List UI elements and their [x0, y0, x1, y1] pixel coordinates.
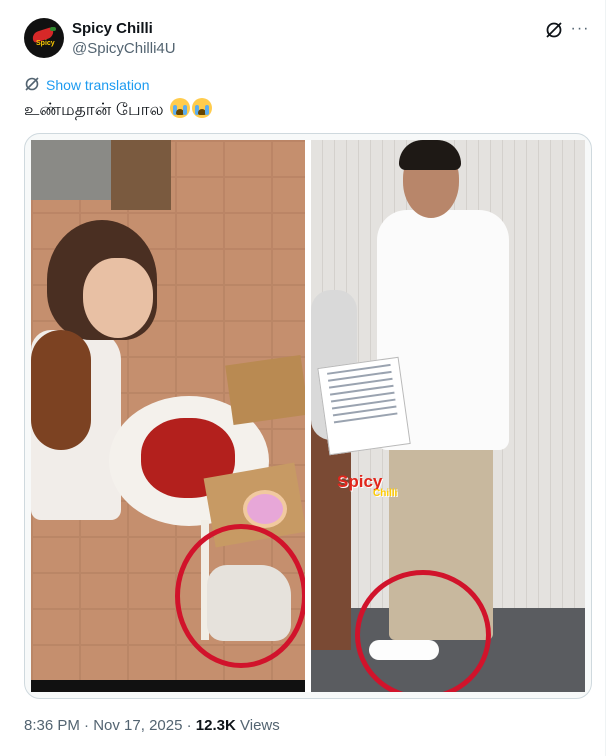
- background-door: [111, 140, 171, 210]
- certificate: [317, 356, 411, 456]
- author-name[interactable]: Spicy Chilli: [72, 20, 153, 38]
- more-icon[interactable]: ···: [570, 20, 590, 40]
- views-label: Views: [240, 717, 280, 734]
- highlight-circle-right: [355, 570, 491, 692]
- grok-icon[interactable]: [544, 20, 564, 40]
- media-photo-left[interactable]: [31, 140, 305, 692]
- spicy-chilli-watermark: Spicy Chilli: [337, 472, 397, 499]
- photo-bottom-bar: [31, 680, 305, 692]
- highlight-circle-left: [175, 524, 305, 668]
- woman-face: [83, 258, 153, 338]
- meta-separator: ·: [84, 717, 90, 734]
- author-handle[interactable]: @SpicyChilli4U: [72, 40, 176, 58]
- tweet-meta: 8:36 PM · Nov 17, 2025 · 12.3K Views: [24, 717, 280, 735]
- post-date[interactable]: Nov 17, 2025: [93, 717, 182, 734]
- translate-icon: [24, 76, 40, 92]
- tweet-card: Spicy Spicy Chilli @SpicyChilli4U ··· Sh…: [0, 0, 606, 756]
- tweet-text-content: உண்மதான் போல: [24, 100, 164, 119]
- cake-box: [225, 355, 305, 425]
- donut: [243, 490, 287, 528]
- meta-separator: ·: [186, 717, 192, 734]
- watermark-subtext: Chilli: [373, 488, 398, 499]
- show-translation-link[interactable]: Show translation: [46, 77, 150, 93]
- avatar-text: Spicy: [36, 40, 55, 47]
- media-photo-right[interactable]: [311, 140, 585, 692]
- background-window: [31, 140, 111, 200]
- dog: [31, 330, 91, 450]
- post-time[interactable]: 8:36 PM: [24, 717, 80, 734]
- avatar[interactable]: Spicy: [24, 18, 64, 58]
- loudly-crying-face-icon: [192, 98, 213, 118]
- tweet-media[interactable]: Spicy Chilli: [24, 133, 592, 699]
- tweet-text: உண்மதான் போல: [24, 98, 213, 121]
- loudly-crying-face-icon: [170, 98, 191, 118]
- views-count[interactable]: 12.3K: [196, 717, 236, 734]
- chili-stem: [50, 27, 56, 31]
- man-hair: [399, 140, 461, 170]
